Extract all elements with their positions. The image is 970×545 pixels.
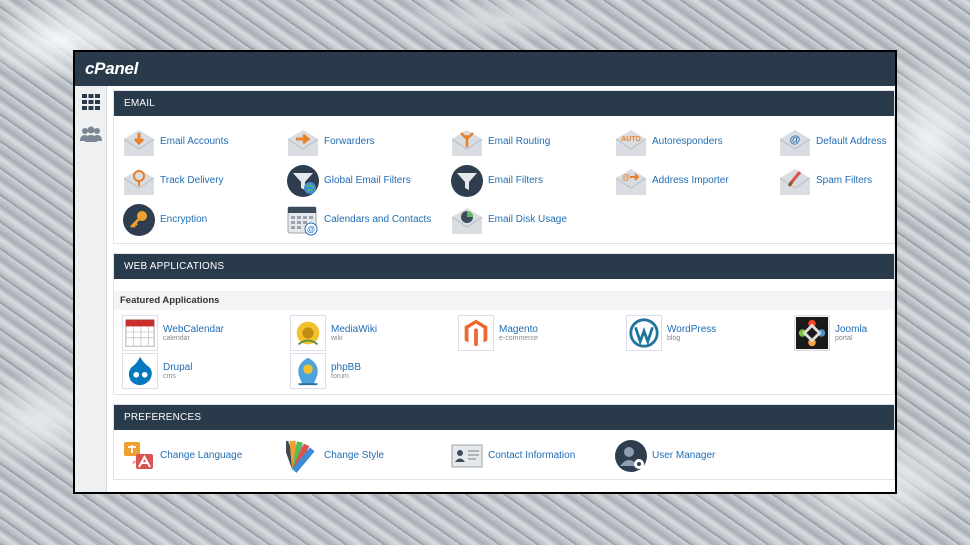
email-disk-usage-icon: [451, 207, 483, 234]
webcalendar-app[interactable]: WebCalendar calendar: [122, 314, 290, 352]
default-address-icon: @: [779, 129, 811, 156]
contact-information-link[interactable]: Contact Information: [450, 436, 614, 475]
email-panel: EMAIL Email Accounts Forwarders Email Ro…: [113, 90, 895, 244]
phpbb-icon: [290, 353, 326, 389]
webcalendar-icon: [122, 315, 158, 351]
calendar-at-sign: @: [307, 225, 315, 234]
email-filters-link[interactable]: Email Filters: [450, 161, 614, 200]
featured-applications-title: Featured Applications: [114, 291, 894, 310]
email-panel-header[interactable]: EMAIL: [114, 91, 894, 116]
email-accounts-icon: [123, 129, 155, 156]
track-delivery-icon: [123, 168, 155, 195]
change-style-link[interactable]: Change Style: [286, 436, 450, 475]
mediawiki-icon: [290, 315, 326, 351]
web-applications-header[interactable]: WEB APPLICATIONS: [114, 254, 894, 279]
email-disk-usage-link[interactable]: Email Disk Usage: [450, 200, 614, 239]
autoresponders-link[interactable]: AUTO Autoresponders: [614, 122, 778, 161]
importer-at-sign: @: [622, 173, 630, 182]
sidebar: [75, 86, 107, 492]
forwarders-link[interactable]: Forwarders: [286, 122, 450, 161]
encryption-link[interactable]: Encryption: [122, 200, 286, 239]
email-routing-link[interactable]: Email Routing: [450, 122, 614, 161]
autoresponders-icon: AUTO: [615, 129, 647, 156]
calendars-contacts-link[interactable]: @ Calendars and Contacts: [286, 200, 450, 239]
encryption-icon: [123, 203, 155, 236]
top-bar: cPanel: [75, 52, 895, 86]
email-accounts-link[interactable]: Email Accounts: [122, 122, 286, 161]
spam-filters-icon: [779, 168, 811, 195]
magento-icon: [458, 315, 494, 351]
forwarders-icon: [287, 129, 319, 156]
address-importer-icon: @: [615, 168, 647, 195]
at-sign: @: [790, 134, 801, 146]
users-icon[interactable]: [79, 124, 102, 144]
default-address-link[interactable]: @ Default Address: [778, 122, 895, 161]
preferences-panel: PREFERENCES Change Language Change Style…: [113, 404, 895, 480]
change-language-link[interactable]: Change Language: [122, 436, 286, 475]
user-manager-link[interactable]: User Manager: [614, 436, 778, 475]
drupal-app[interactable]: Drupal cms: [122, 352, 290, 390]
email-filters-icon: [451, 164, 483, 197]
main-content: EMAIL Email Accounts Forwarders Email Ro…: [107, 86, 895, 492]
calendars-contacts-icon: @: [287, 206, 318, 235]
email-routing-icon: [451, 129, 483, 156]
mediawiki-app[interactable]: MediaWiki wiki: [290, 314, 458, 352]
grid-icon[interactable]: [80, 92, 102, 112]
change-language-icon: [124, 441, 153, 469]
cpanel-window: cPanel EMAIL Email Accounts Forwarders E…: [73, 50, 897, 494]
magento-app[interactable]: Magento e-commerce: [458, 314, 626, 352]
preferences-header[interactable]: PREFERENCES: [114, 405, 894, 430]
wordpress-app[interactable]: WordPress blog: [626, 314, 794, 352]
phpbb-app[interactable]: phpBB forum: [290, 352, 458, 390]
joomla-icon: [794, 315, 830, 351]
global-email-filters-icon: [287, 164, 319, 197]
contact-information-icon: [451, 444, 483, 467]
address-importer-link[interactable]: @ Address Importer: [614, 161, 778, 200]
joomla-app[interactable]: Joomla portal: [794, 314, 895, 352]
global-email-filters-link[interactable]: Global Email Filters: [286, 161, 450, 200]
change-style-icon: [286, 440, 315, 473]
web-applications-panel: WEB APPLICATIONS Featured Applications W…: [113, 253, 895, 395]
cpanel-logo[interactable]: cPanel: [85, 59, 138, 79]
track-delivery-link[interactable]: Track Delivery: [122, 161, 286, 200]
drupal-icon: [122, 353, 158, 389]
auto-badge: AUTO: [621, 136, 641, 143]
user-manager-icon: [615, 439, 647, 472]
spam-filters-link[interactable]: Spam Filters: [778, 161, 895, 200]
wordpress-icon: [626, 315, 662, 351]
